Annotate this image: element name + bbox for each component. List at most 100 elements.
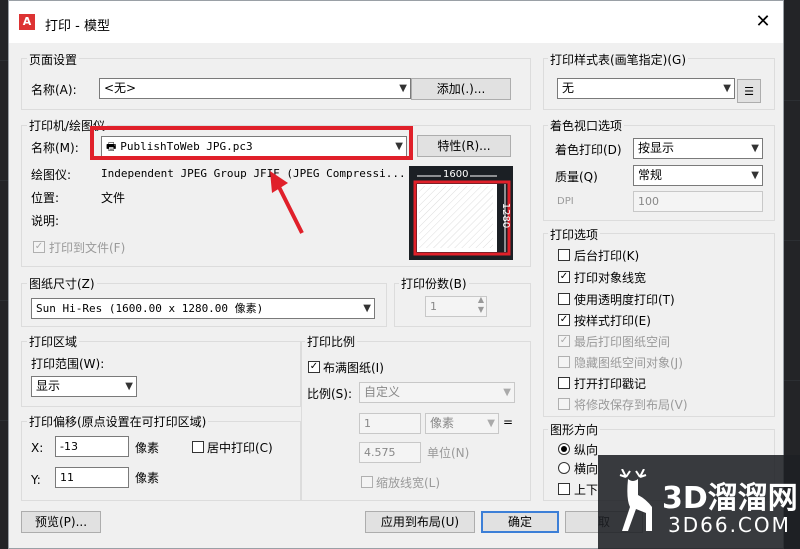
plot-option-label: 按样式打印(E) — [574, 314, 651, 328]
paper-size-legend: 图纸尺寸(Z) — [27, 275, 97, 292]
scale-value1: 1 — [364, 417, 371, 430]
shade-plot-select[interactable]: 按显示 ▼ — [633, 138, 763, 159]
location-label: 位置: — [31, 191, 60, 205]
offset-x-value: -13 — [60, 440, 78, 453]
preview-height-label: 1280 — [500, 202, 512, 229]
preview-width-label: 1600 — [441, 169, 471, 180]
close-icon[interactable]: ✕ — [751, 10, 775, 34]
chevron-down-icon: ▼ — [503, 387, 511, 398]
annotation-arrow — [270, 171, 304, 234]
plot-option-label: 最后打印图纸空间 — [574, 335, 671, 349]
plot-option-checkbox[interactable] — [558, 356, 570, 368]
add-page-setup-button[interactable]: 添加(.)... — [411, 78, 511, 100]
plot-style-legend: 打印样式表(画笔指定)(G) — [548, 51, 689, 68]
upside-down-label: 上下 — [574, 483, 599, 497]
dpi-label: DPI — [557, 196, 574, 207]
orientation-legend: 图形方向 — [548, 421, 601, 438]
deer-logo-icon — [619, 469, 652, 531]
ok-button[interactable]: 确定 — [481, 511, 559, 533]
portrait-radio[interactable] — [558, 443, 570, 455]
dpi-input[interactable]: 100 — [633, 191, 763, 212]
plot-range-value: 显示 — [36, 379, 61, 393]
plot-range-label: 打印范围(W): — [31, 357, 105, 371]
plot-option-checkbox[interactable]: ✓ — [558, 314, 570, 326]
chevron-down-icon: ▼ — [487, 418, 495, 429]
plot-scale-legend: 打印比例 — [305, 333, 358, 350]
shaded-viewport-legend: 着色视口选项 — [548, 117, 625, 134]
center-plot-checkbox[interactable] — [192, 441, 204, 453]
copies-input[interactable]: 1 ▲ ▼ — [425, 295, 487, 317]
plot-options-legend: 打印选项 — [548, 226, 601, 243]
page-setup-legend: 页面设置 — [27, 51, 80, 68]
paper-size-value: Sun Hi-Res (1600.00 x 1280.00 像素) — [36, 302, 264, 315]
upside-down-checkbox[interactable] — [558, 483, 570, 495]
page-setup-name-value: <无> — [104, 81, 137, 95]
plotter-value: Independent JPEG Group JFIF (JPEG Compre… — [101, 167, 406, 180]
plot-option-checkbox[interactable]: ✓ — [558, 271, 570, 283]
apply-to-layout-button[interactable]: 应用到布局(U) — [365, 511, 475, 533]
scale-unit-select[interactable]: 像素 ▼ — [425, 413, 499, 434]
fit-to-paper-checkbox[interactable]: ✓ — [308, 361, 320, 373]
landscape-radio[interactable] — [558, 462, 570, 474]
plot-option-label: 隐藏图纸空间对象(J) — [574, 356, 683, 370]
plot-area-group — [21, 341, 301, 407]
copies-value: 1 — [430, 300, 437, 313]
plot-area-legend: 打印区域 — [27, 333, 80, 350]
plot-option-checkbox[interactable] — [558, 398, 570, 410]
quality-label: 质量(Q) — [555, 170, 598, 184]
chevron-down-icon: ▼ — [723, 83, 731, 94]
offset-x-input[interactable]: -13 — [55, 436, 129, 457]
spinner-icon: ▲ ▼ — [477, 295, 484, 314]
chevron-down-icon: ▼ — [399, 83, 407, 94]
location-value: 文件 — [101, 191, 126, 205]
scale-value2-input[interactable]: 4.575 — [359, 442, 421, 463]
edit-plot-style-button[interactable]: ☰ — [737, 79, 761, 103]
description-label: 说明: — [31, 214, 60, 228]
scale-unit2-label: 单位(N) — [427, 446, 470, 460]
offset-y-label: Y: — [31, 473, 41, 487]
page-setup-name-label: 名称(A): — [31, 83, 77, 97]
offset-y-value: 11 — [60, 471, 74, 484]
scale-lineweights-checkbox[interactable] — [361, 476, 373, 488]
plot-option-checkbox[interactable]: ✓ — [558, 335, 570, 347]
shade-plot-value: 按显示 — [638, 141, 675, 155]
chevron-down-icon: ▼ — [363, 303, 371, 314]
dpi-value: 100 — [638, 195, 659, 208]
page-setup-name-select[interactable]: <无> ▼ — [99, 78, 411, 99]
print-to-file-checkbox[interactable]: ✓ — [33, 241, 45, 253]
app-icon: A — [19, 14, 35, 30]
plot-option-checkbox[interactable] — [558, 377, 570, 389]
plot-range-select[interactable]: 显示 ▼ — [31, 376, 137, 397]
quality-select[interactable]: 常规 ▼ — [633, 165, 763, 186]
paper-preview: 1600 1280 — [409, 166, 513, 260]
chevron-down-icon: ▼ — [751, 170, 759, 181]
scale-equals: = — [503, 415, 514, 429]
plot-option-checkbox[interactable] — [558, 293, 570, 305]
plot-option-checkbox[interactable] — [558, 249, 570, 261]
edit-style-icon: ☰ — [744, 85, 754, 98]
plot-offset-group — [21, 421, 301, 501]
shade-plot-label: 着色打印(D) — [555, 143, 622, 157]
scale-select[interactable]: 自定义 ▼ — [359, 382, 515, 403]
scale-label: 比例(S): — [307, 387, 353, 401]
chevron-down-icon: ▼ — [125, 381, 133, 392]
fit-to-paper-label: 布满图纸(I) — [323, 361, 384, 375]
printer-properties-button[interactable]: 特性(R)... — [417, 135, 511, 157]
preview-button[interactable]: 预览(P)... — [21, 511, 101, 533]
watermark: 3D溜溜网 3D66.COM — [598, 455, 800, 549]
watermark-text: 3D溜溜网 — [662, 481, 798, 516]
offset-y-input[interactable]: 11 — [55, 467, 129, 488]
scale-unit-value: 像素 — [430, 416, 455, 430]
plot-option-label: 将修改保存到布局(V) — [574, 398, 688, 412]
print-to-file-label: 打印到文件(F) — [49, 241, 126, 255]
paper-preview-graphic — [413, 175, 511, 256]
scale-value2: 4.575 — [364, 446, 396, 459]
plot-option-label: 使用透明度打印(T) — [574, 293, 675, 307]
offset-x-label: X: — [31, 441, 44, 455]
plot-style-select[interactable]: 无 ▼ — [557, 78, 735, 99]
title-bar: A 打印 - 模型 ✕ — [9, 1, 783, 43]
portrait-label: 纵向 — [574, 443, 599, 457]
plotter-label: 绘图仪: — [31, 168, 72, 182]
scale-value1-input[interactable]: 1 — [359, 413, 421, 434]
paper-size-select[interactable]: Sun Hi-Res (1600.00 x 1280.00 像素) ▼ — [31, 298, 375, 319]
